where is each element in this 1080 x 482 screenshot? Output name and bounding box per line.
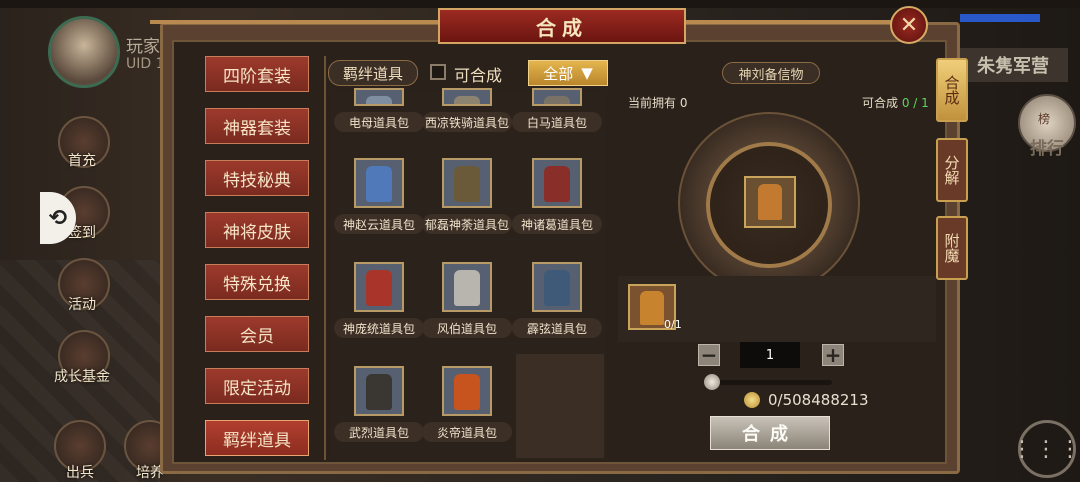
item-card[interactable]: 风伯道具包 [422,262,512,338]
column-divider [324,56,326,460]
increase-quantity-button[interactable]: + [822,344,844,366]
status-strip [0,0,1080,8]
item-icon [354,262,404,312]
item-name: 神诸葛道具包 [512,214,602,234]
resource-bar [960,14,1040,22]
category-special-exchange[interactable]: 特殊兑换 [205,264,309,300]
owned-label: 当前拥有 [628,96,677,110]
craftable-label: 可合成 [862,96,899,110]
item-icon [354,88,404,106]
material-quantity: 0/1 [664,318,682,331]
item-card[interactable]: 神诸葛道具包 [512,158,602,234]
item-name: 风伯道具包 [422,318,512,338]
item-name: 神赵云道具包 [334,214,424,234]
menu-button[interactable]: ⋮⋮⋮ [1011,420,1080,478]
item-name: 郁磊神荼道具包 [422,214,512,234]
close-icon: ✕ [899,12,919,38]
quantity-slider-handle[interactable] [704,374,720,390]
quantity-slider[interactable] [712,380,832,385]
item-card[interactable]: 神庞统道具包 [334,262,424,338]
category-bond-items[interactable]: 羁绊道具 [205,420,309,456]
item-icon [442,88,492,106]
coin-icon [744,392,760,408]
tab-enchant[interactable]: 附魔 [936,216,968,280]
item-name: 武烈道具包 [334,422,424,442]
craftable-checkbox[interactable] [430,64,446,80]
first-recharge-label: 首充 [68,153,96,169]
close-button[interactable]: ✕ [890,6,928,44]
item-icon [532,158,582,208]
category-skill-manual[interactable]: 特技秘典 [205,160,309,196]
item-card[interactable]: 白马道具包 [512,88,602,132]
rank-label: 排行 [1030,139,1064,159]
item-card[interactable]: 郁磊神荼道具包 [422,158,512,234]
craftable-filter-label[interactable]: 可合成 [454,62,502,86]
item-name: 电母道具包 [334,112,424,132]
item-icon [442,158,492,208]
rank-badge-text: 榜 [1038,112,1051,126]
item-name: 神庞统道具包 [334,318,424,338]
item-icon [442,262,492,312]
target-item-name: 神刘备信物 [722,62,820,84]
player-uid: UID 1 [126,56,165,72]
chevron-down-icon: ▼ [581,64,593,82]
item-icon [532,88,582,106]
category-hero-skin[interactable]: 神将皮肤 [205,212,309,248]
category-limited-event[interactable]: 限定活动 [205,368,309,404]
tab-decompose[interactable]: 分解 [936,138,968,202]
craftable-count: 可合成 0 / 1 [862,94,929,111]
owned-value: 0 [679,96,688,110]
title-wing-left [150,20,440,24]
decrease-quantity-button[interactable]: − [698,344,720,366]
player-name: 玩家 [126,37,160,57]
item-name: 西凉铁骑道具包 [422,112,512,132]
item-icon [532,262,582,312]
category-membership[interactable]: 会员 [205,316,309,352]
craft-button[interactable]: 合成 [710,416,830,450]
category-artifact-set[interactable]: 神器套装 [205,108,309,144]
quantity-input[interactable]: 1 [740,342,800,368]
owned-count: 当前拥有 0 [628,94,687,111]
item-card[interactable]: 武烈道具包 [334,366,424,442]
target-item-icon[interactable] [744,176,796,228]
item-name: 白马道具包 [512,112,602,132]
activity-label: 活动 [68,297,96,313]
camp-title[interactable]: 朱隽军营 [958,48,1068,82]
item-name: 炎帝道具包 [422,422,512,442]
item-icon [354,158,404,208]
item-icon [442,366,492,416]
empty-grid-cell [516,354,604,458]
item-card[interactable]: 西凉铁骑道具包 [422,88,512,132]
item-card[interactable]: 炎帝道具包 [422,366,512,442]
title-wing-right [684,20,894,24]
current-category-label: 羁绊道具 [328,60,418,86]
window-title: 合成 [438,8,686,44]
craft-cost: 0/508488213 [768,391,869,409]
dropdown-value: 全部 [543,64,574,83]
craftable-value: 0 / 1 [901,96,929,110]
dispatch-label: 出兵 [66,465,94,481]
player-avatar[interactable] [48,16,120,88]
item-icon [354,366,404,416]
growth-fund-label: 成长基金 [54,369,110,385]
item-name: 霹弦道具包 [512,318,602,338]
item-card[interactable]: 电母道具包 [334,88,424,132]
item-card[interactable]: 神赵云道具包 [334,158,424,234]
filter-dropdown[interactable]: 全部 ▼ [528,60,608,86]
item-card[interactable]: 霹弦道具包 [512,262,602,338]
category-four-tier-set[interactable]: 四阶套装 [205,56,309,92]
tab-craft[interactable]: 合成 [936,58,968,122]
